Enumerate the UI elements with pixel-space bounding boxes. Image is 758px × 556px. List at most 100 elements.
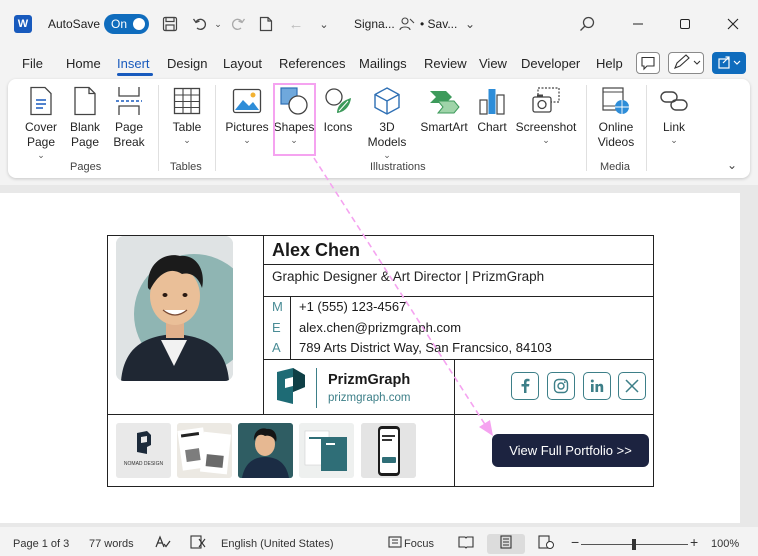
email-value[interactable]: alex.chen@prizmgraph.com <box>299 320 461 335</box>
facebook-icon[interactable] <box>511 372 539 400</box>
address-label: A <box>272 340 281 355</box>
table-line <box>263 264 654 265</box>
chart-button[interactable]: Chart <box>467 85 517 135</box>
proofing-icon[interactable] <box>155 535 171 552</box>
editing-mode-button[interactable] <box>668 52 704 74</box>
focus-icon[interactable] <box>388 535 402 552</box>
ribbon-separator <box>586 85 587 171</box>
screenshot-icon <box>530 85 562 117</box>
address-value: 789 Arts District Way, San Francsico, 84… <box>299 340 552 355</box>
minimize-button[interactable] <box>626 12 650 36</box>
toggle-knob <box>133 18 145 30</box>
link-button[interactable]: Link ⌄ <box>649 85 699 145</box>
blank-page-button[interactable]: Blank Page <box>60 85 110 150</box>
language-status[interactable]: English (United States) <box>221 538 334 550</box>
tab-view[interactable]: View <box>479 56 507 71</box>
save-icon[interactable] <box>160 14 180 34</box>
web-layout-icon[interactable] <box>538 535 554 552</box>
comments-button[interactable] <box>636 52 660 74</box>
ribbon-separator <box>646 85 647 171</box>
table-line <box>263 359 654 360</box>
close-button[interactable] <box>721 12 745 36</box>
cover-page-button[interactable]: Cover Page ⌄ <box>16 85 66 160</box>
3d-models-button[interactable]: 3D Models ⌄ <box>362 85 412 160</box>
tab-mailings[interactable]: Mailings <box>359 56 407 71</box>
chart-icon <box>476 85 508 117</box>
document-title[interactable]: Signa... <box>354 17 395 31</box>
status-bar: Page 1 of 3 77 words English (United Sta… <box>0 527 758 556</box>
redo-icon[interactable] <box>228 14 248 34</box>
pictures-icon <box>231 85 263 117</box>
page-break-button[interactable]: Page Break <box>104 85 154 150</box>
zoom-out-icon[interactable]: − <box>571 534 579 550</box>
x-twitter-icon[interactable] <box>618 372 646 400</box>
tab-design[interactable]: Design <box>167 56 207 71</box>
undo-dropdown-icon[interactable]: ⌄ <box>208 14 228 34</box>
table-icon <box>171 85 203 117</box>
instagram-icon[interactable] <box>547 372 575 400</box>
zoom-slider-thumb[interactable] <box>632 539 636 550</box>
collapse-ribbon-icon[interactable]: ⌄ <box>727 158 737 172</box>
read-mode-icon[interactable] <box>458 535 474 552</box>
search-icon[interactable] <box>577 14 597 34</box>
undo-icon[interactable] <box>190 14 210 34</box>
print-layout-icon[interactable] <box>499 535 513 552</box>
icons-button[interactable]: Icons <box>313 85 363 135</box>
mobile-label: M <box>272 299 283 314</box>
online-videos-icon <box>600 85 632 117</box>
focus-label[interactable]: Focus <box>404 538 434 550</box>
brand-url[interactable]: prizmgraph.com <box>328 392 410 404</box>
tab-review[interactable]: Review <box>424 56 467 71</box>
group-label-tables: Tables <box>170 161 202 173</box>
view-portfolio-button[interactable]: View Full Portfolio >> <box>492 434 649 467</box>
back-arrow-icon[interactable]: ← <box>286 14 306 34</box>
tab-file[interactable]: File <box>22 56 43 71</box>
active-tab-indicator <box>117 73 153 76</box>
zoom-in-icon[interactable]: + <box>690 534 698 550</box>
signature-role: Graphic Designer & Art Director | PrizmG… <box>272 269 545 284</box>
customize-toolbar-icon[interactable]: ⌄ <box>314 14 334 34</box>
text-predictions-icon[interactable] <box>190 535 206 552</box>
cover-page-icon <box>25 85 57 117</box>
zoom-level[interactable]: 100% <box>711 538 739 550</box>
portfolio-thumbnail <box>361 423 416 478</box>
link-icon <box>658 85 690 117</box>
thumbnail-caption: NOMAD DESIGN <box>123 461 164 467</box>
linkedin-icon[interactable] <box>583 372 611 400</box>
word-app-icon: W <box>14 15 32 33</box>
mobile-value[interactable]: +1 (555) 123-4567 <box>299 299 406 314</box>
maximize-button[interactable] <box>673 12 697 36</box>
table-button[interactable]: Table ⌄ <box>162 85 212 145</box>
screenshot-button[interactable]: Screenshot ⌄ <box>514 85 578 145</box>
tab-help[interactable]: Help <box>596 56 623 71</box>
autosave-state: On <box>111 17 128 31</box>
tab-insert[interactable]: Insert <box>117 56 150 71</box>
portfolio-thumbnail: NOMAD DESIGN <box>116 423 171 478</box>
page-break-icon <box>113 85 145 117</box>
word-count[interactable]: 77 words <box>89 538 134 550</box>
smartart-button[interactable]: SmartArt <box>418 85 470 135</box>
ribbon: Cover Page ⌄ Blank Page Page Break Table… <box>8 79 750 178</box>
brand-name: PrizmGraph <box>328 372 411 388</box>
shared-people-icon <box>397 14 417 34</box>
profile-photo <box>116 236 233 381</box>
share-button[interactable] <box>712 52 746 74</box>
page-count[interactable]: Page 1 of 3 <box>13 538 69 550</box>
autosave-toggle[interactable]: On <box>104 14 149 34</box>
saved-status: • Sav... <box>420 17 458 31</box>
icons-icon <box>322 85 354 117</box>
portfolio-thumbnail <box>238 423 293 478</box>
ribbon-separator <box>215 85 216 171</box>
blank-page-icon <box>69 85 101 117</box>
shapes-highlight-box <box>273 83 316 156</box>
table-line <box>263 296 654 297</box>
tab-developer[interactable]: Developer <box>521 56 580 71</box>
tab-home[interactable]: Home <box>66 56 101 71</box>
tab-layout[interactable]: Layout <box>223 56 262 71</box>
email-label: E <box>272 320 281 335</box>
online-videos-button[interactable]: Online Videos <box>591 85 641 150</box>
new-document-icon[interactable] <box>256 14 276 34</box>
pictures-button[interactable]: Pictures ⌄ <box>222 85 272 145</box>
title-dropdown-icon[interactable]: ⌄ <box>460 14 480 34</box>
tab-references[interactable]: References <box>279 56 345 71</box>
